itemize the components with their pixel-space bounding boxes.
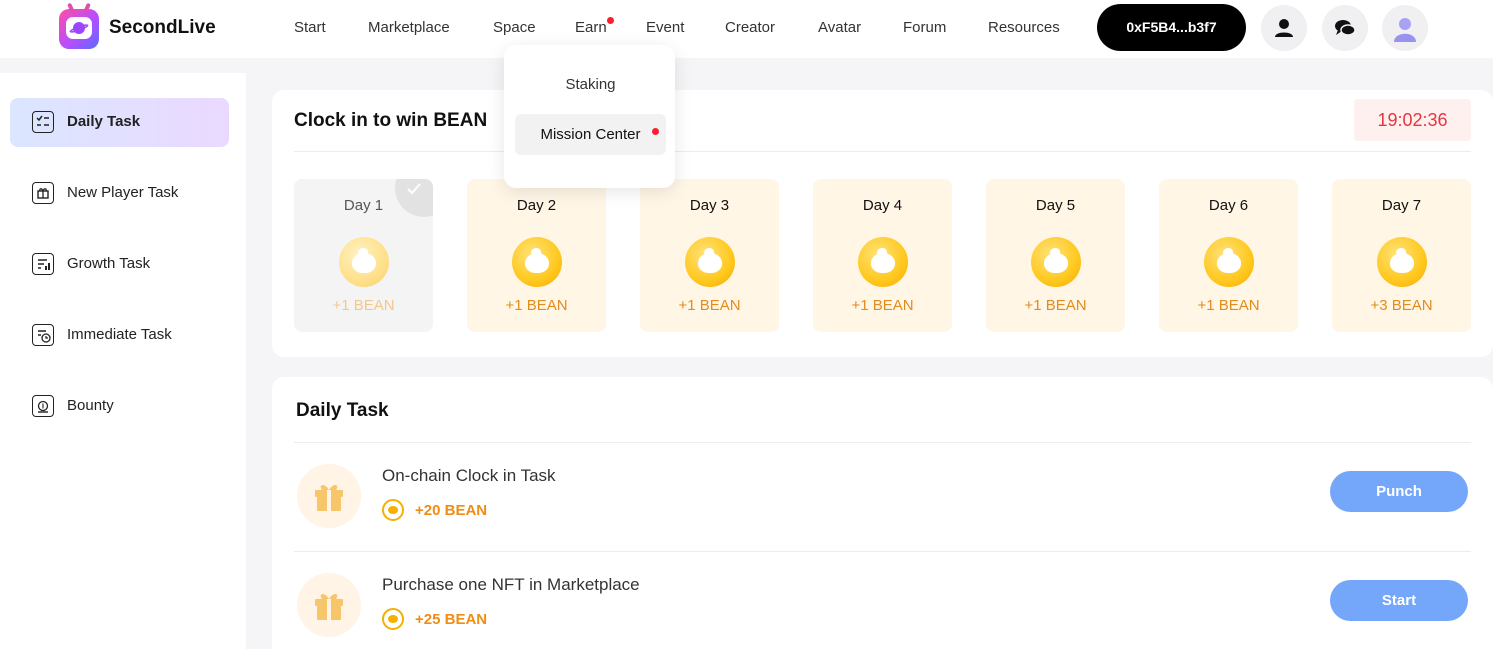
task-row: On-chain Clock in Task +20 BEAN Punch [272, 443, 1493, 543]
wallet-address-button[interactable]: 0xF5B4...b3f7 [1097, 4, 1246, 51]
sidebar: Daily Task New Player Task Growth Task I… [0, 73, 246, 649]
bean-coin-icon [339, 237, 389, 287]
day-label: Day 7 [1381, 197, 1422, 214]
bean-coin-icon [512, 237, 562, 287]
nav-space[interactable]: Space [493, 19, 536, 36]
day-card-1[interactable]: Day 1 +1 BEAN [294, 179, 433, 332]
clock-in-title: Clock in to win BEAN [294, 110, 488, 131]
sidebar-item-daily-task[interactable]: Daily Task [10, 98, 229, 147]
day-reward: +1 BEAN [1024, 297, 1087, 314]
clock-in-card: Clock in to win BEAN 19:02:36 Day 1 +1 B… [272, 90, 1493, 357]
reward-amount: +20 BEAN [415, 502, 488, 519]
menu-item-staking[interactable]: Staking [515, 64, 666, 105]
nav-earn[interactable]: Earn [575, 19, 607, 36]
nav-start[interactable]: Start [294, 19, 326, 36]
growth-chart-icon [32, 253, 54, 275]
day-label: Day 2 [516, 197, 557, 214]
sidebar-item-immediate-task[interactable]: Immediate Task [10, 311, 229, 360]
secondlive-logo-icon[interactable] [59, 2, 99, 49]
day-reward: +1 BEAN [678, 297, 741, 314]
nav-marketplace[interactable]: Marketplace [368, 19, 450, 36]
sidebar-item-label: Immediate Task [67, 326, 172, 343]
sidebar-item-new-player-task[interactable]: New Player Task [10, 169, 229, 218]
user-button[interactable] [1261, 5, 1307, 51]
task-name: Purchase one NFT in Marketplace [382, 575, 640, 594]
menu-item-label: Mission Center [540, 126, 641, 143]
daily-task-card: Daily Task On-chain Clock in Task +20 BE… [272, 377, 1493, 649]
bean-coin-icon [1031, 237, 1081, 287]
day-label: Day 5 [1035, 197, 1076, 214]
sidebar-item-label: Growth Task [67, 255, 151, 272]
day-reward: +3 BEAN [1370, 297, 1433, 314]
day-reward: +1 BEAN [332, 297, 395, 314]
sidebar-item-label: Bounty [67, 397, 114, 414]
gift-icon [297, 573, 361, 637]
day-label: Day 3 [689, 197, 730, 214]
countdown-timer: 19:02:36 [1354, 99, 1471, 141]
task-row: Purchase one NFT in Marketplace +25 BEAN… [272, 552, 1493, 649]
bean-coin-icon [1377, 237, 1427, 287]
mission-center-notification-dot [652, 128, 659, 135]
bean-coin-icon [858, 237, 908, 287]
day-label: Day 4 [862, 197, 903, 214]
money-bag-icon [32, 395, 54, 417]
nav-event[interactable]: Event [646, 19, 684, 36]
day-card-2[interactable]: Day 2 +1 BEAN [467, 179, 606, 332]
day-card-4[interactable]: Day 4 +1 BEAN [813, 179, 952, 332]
daily-task-title: Daily Task [296, 400, 389, 421]
gift-icon [297, 464, 361, 528]
start-button[interactable]: Start [1330, 580, 1468, 621]
menu-item-mission-center[interactable]: Mission Center [515, 114, 666, 155]
earn-notification-dot [607, 17, 614, 24]
top-header: SecondLive Start Marketplace Space Earn … [0, 0, 1493, 58]
day-reward: +1 BEAN [1197, 297, 1260, 314]
sidebar-item-label: New Player Task [67, 184, 179, 201]
nav-creator[interactable]: Creator [725, 19, 775, 36]
day-card-7[interactable]: Day 7 +3 BEAN [1332, 179, 1471, 332]
day-card-3[interactable]: Day 3 +1 BEAN [640, 179, 779, 332]
sidebar-item-bounty[interactable]: Bounty [10, 382, 229, 431]
day-label: Day 6 [1208, 197, 1249, 214]
sidebar-item-label: Daily Task [67, 113, 141, 130]
punch-button[interactable]: Punch [1330, 471, 1468, 512]
checklist-icon [32, 111, 54, 133]
nav-forum[interactable]: Forum [903, 19, 946, 36]
profile-avatar-button[interactable] [1382, 5, 1428, 51]
bean-coin-icon [1204, 237, 1254, 287]
user-icon [1275, 19, 1293, 37]
divider [294, 151, 1471, 152]
day-reward: +1 BEAN [505, 297, 568, 314]
gift-box-icon [32, 182, 54, 204]
day-card-5[interactable]: Day 5 +1 BEAN [986, 179, 1125, 332]
bean-coin-icon [685, 237, 735, 287]
clock-document-icon [32, 324, 54, 346]
bean-coin-icon [382, 608, 404, 630]
day-card-6[interactable]: Day 6 +1 BEAN [1159, 179, 1298, 332]
task-name: On-chain Clock in Task [382, 466, 556, 485]
chat-icon [1335, 20, 1356, 36]
nav-resources[interactable]: Resources [988, 19, 1060, 36]
chat-button[interactable] [1322, 5, 1368, 51]
earn-dropdown-menu: Staking Mission Center [504, 45, 675, 188]
day-label: Day 1 [343, 197, 384, 214]
brand-name[interactable]: SecondLive [109, 17, 216, 39]
sidebar-item-growth-task[interactable]: Growth Task [10, 240, 229, 289]
bean-coin-icon [382, 499, 404, 521]
nav-avatar[interactable]: Avatar [818, 19, 861, 36]
day-reward: +1 BEAN [851, 297, 914, 314]
reward-amount: +25 BEAN [415, 611, 488, 628]
avatar-icon [1394, 18, 1416, 42]
